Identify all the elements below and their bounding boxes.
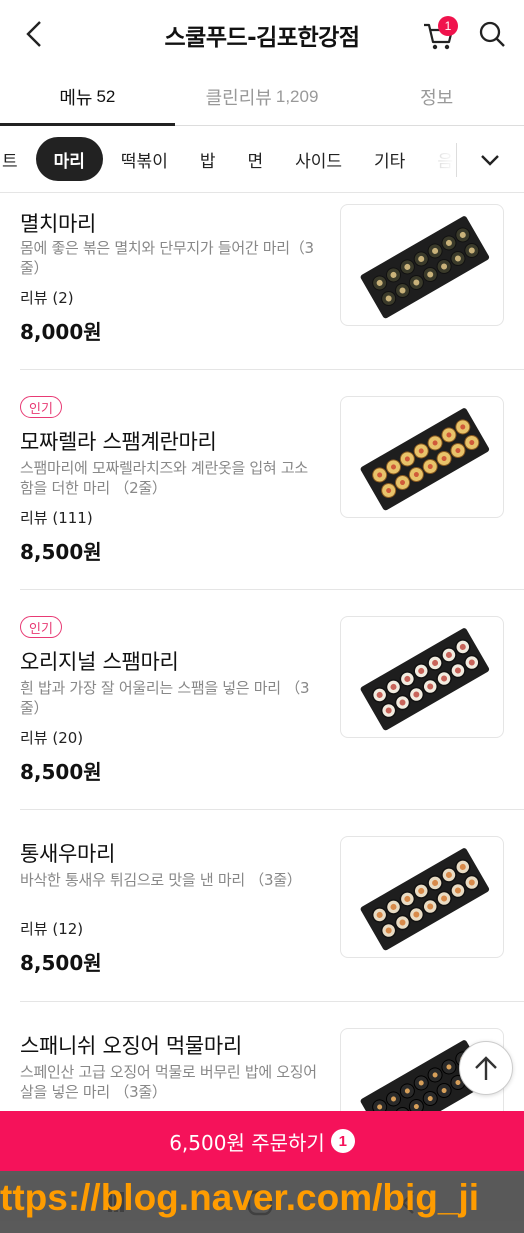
menu-item-image	[340, 204, 504, 326]
tab-count: 1,209	[275, 86, 319, 106]
menu-item-description: 몸에 좋은 볶은 멸치와 단무지가 들어간 마리（3줄）	[20, 239, 314, 277]
menu-item-name: 오리지널 스팸마리	[20, 650, 179, 674]
menu-item-review-count: 리뷰 (2)	[20, 289, 74, 307]
menu-item[interactable]: 멸치마리 몸에 좋은 볶은 멸치와 단무지가 들어간 마리（3줄） 리뷰 (2)…	[0, 194, 524, 370]
search-button[interactable]	[472, 14, 512, 54]
menu-item-name: 멸치마리	[20, 212, 97, 236]
menu-item[interactable]: 통새우마리 바삭한 통새우 튀김으로 맛을 낸 마리 （3줄） 리뷰 (12) …	[0, 810, 524, 1002]
category-fade	[416, 127, 456, 192]
cart-button[interactable]: 1	[418, 14, 458, 54]
tab-label: 메뉴	[59, 87, 93, 109]
menu-item-description: 바삭한 통새우 튀김으로 맛을 낸 마리 （3줄）	[20, 871, 302, 889]
category-item[interactable]: 밥	[184, 137, 232, 181]
menu-item-image	[340, 836, 504, 958]
popular-badge: 인기	[20, 396, 62, 418]
menu-item[interactable]: 스패니쉬 오징어 먹물마리 스페인산 고급 오징어 먹물로 버무린 밥에 오징어…	[0, 1002, 524, 1111]
menu-item-image	[340, 396, 504, 518]
menu-item-review-count: 리뷰 (111)	[20, 509, 93, 527]
menu-item-name: 스패니쉬 오징어 먹물마리	[20, 1034, 242, 1058]
menu-item-description: 흰 밥과 가장 잘 어울리는 스팸을 넣은 마리 （3줄）	[20, 679, 310, 717]
order-button[interactable]: 6,500원 주문하기 1	[0, 1111, 524, 1171]
order-count-badge: 1	[330, 1129, 355, 1153]
menu-item-image	[340, 616, 504, 738]
cart-count-badge: 1	[438, 16, 458, 36]
category-item[interactable]: 떡볶이	[105, 137, 184, 181]
tab-label: 정보	[420, 87, 454, 109]
category-item[interactable]: 기타	[358, 137, 421, 181]
menu-item-description: 스팸마리에 모짜렐라치즈와 계란옷을 입혀 고소함을 더한 마리 （2줄）	[20, 459, 308, 497]
category-item-selected[interactable]: 마리	[35, 137, 103, 181]
menu-item[interactable]: 인기 모짜렐라 스팸계란마리 스팸마리에 모짜렐라치즈와 계란옷을 입혀 고소함…	[0, 370, 524, 590]
order-label: 6,500원 주문하기	[169, 1130, 325, 1155]
tab-info[interactable]: 정보	[349, 68, 524, 125]
menu-item-price: 8,500원	[20, 760, 102, 784]
tab-menu[interactable]: 메뉴 52	[0, 68, 175, 126]
tab-label: 클린리뷰	[205, 87, 272, 109]
menu-item-review-count: 리뷰 (20)	[20, 729, 84, 747]
tab-clean-review[interactable]: 클린리뷰 1,209	[175, 68, 350, 125]
menu-item-price: 8,500원	[20, 951, 102, 975]
tab-count: 52	[96, 86, 116, 106]
menu-item-review-count: 리뷰 (12)	[20, 920, 84, 938]
watermark-url: ttps://blog.naver.com/big_ji	[0, 1175, 524, 1221]
category-item[interactable]: 사이드	[279, 137, 358, 181]
scroll-to-top-button[interactable]	[459, 1041, 513, 1095]
menu-item-price: 8,000원	[20, 320, 102, 344]
search-icon	[479, 21, 505, 47]
arrow-up-icon	[475, 1056, 497, 1080]
category-item[interactable]: 트	[0, 137, 34, 181]
menu-item[interactable]: 인기 오리지널 스팸마리 흰 밥과 가장 잘 어울리는 스팸을 넣은 마리 （3…	[0, 590, 524, 810]
category-expand-button[interactable]	[456, 127, 524, 192]
chevron-down-icon	[481, 155, 499, 166]
category-bar: 트 마리 떡볶이 밥 면 사이드 기타 음	[0, 127, 524, 193]
top-app-bar: 스쿨푸드-김포한강점 1	[0, 0, 524, 68]
main-tabs: 메뉴 52 클린리뷰 1,209 정보	[0, 68, 524, 126]
menu-item-price: 8,500원	[20, 540, 102, 564]
menu-item-name: 모짜렐라 스팸계란마리	[20, 430, 217, 454]
popular-badge: 인기	[20, 616, 62, 638]
menu-item-description: 스페인산 고급 오징어 먹물로 버무린 밥에 오징어 살을 넣은 마리 （3줄）	[20, 1063, 317, 1101]
category-list: 트 마리 떡볶이 밥 면 사이드 기타 음	[0, 137, 469, 181]
menu-item-name: 통새우마리	[20, 842, 116, 866]
category-item[interactable]: 면	[231, 137, 279, 181]
